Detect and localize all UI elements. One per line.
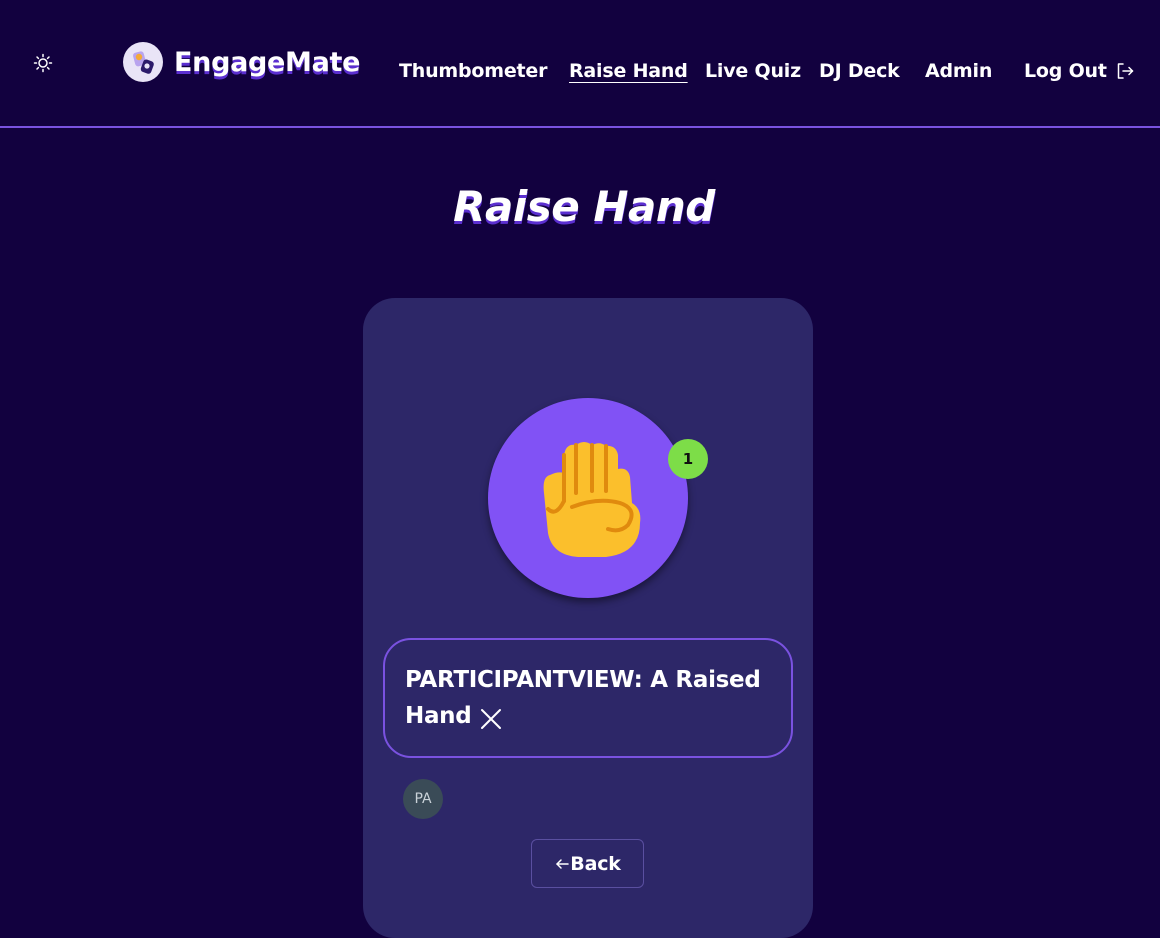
theme-toggle-button[interactable]: [30, 50, 56, 76]
close-icon[interactable]: [479, 707, 503, 731]
nav-item-dj-deck[interactable]: DJ Deck: [819, 60, 900, 82]
nav-item-live-quiz[interactable]: Live Quiz: [705, 60, 801, 82]
nav-item-thumbometer[interactable]: Thumbometer: [399, 60, 547, 82]
participant-avatar: PA: [403, 779, 443, 819]
back-label: Back: [570, 852, 621, 875]
raised-hand-status: PARTICIPANTVIEW: A Raised Hand: [383, 638, 793, 758]
logout-button[interactable]: Log Out: [1024, 60, 1135, 82]
brand-home-link[interactable]: EngageMate: [123, 42, 360, 82]
top-navigation-bar: EngageMate Thumbometer Raise Hand Live Q…: [0, 0, 1160, 128]
raise-hand-button[interactable]: [488, 398, 688, 598]
nav-item-raise-hand[interactable]: Raise Hand: [569, 60, 688, 82]
sun-icon: [33, 53, 53, 73]
raised-fist-icon: [543, 442, 641, 557]
logout-icon: [1115, 61, 1135, 81]
page-title: Raise Hand: [453, 182, 715, 231]
logout-label: Log Out: [1024, 60, 1107, 82]
arrow-left-icon: [556, 858, 570, 869]
engagemate-logo-icon: [123, 42, 163, 82]
back-button[interactable]: Back: [531, 839, 644, 888]
raised-count-badge: 1: [668, 439, 708, 479]
status-text: PARTICIPANTVIEW: A Raised Hand: [405, 667, 761, 729]
raise-hand-card: 1 PARTICIPANTVIEW: A Raised Hand PA Back: [363, 298, 813, 938]
brand-name: EngageMate: [174, 46, 361, 78]
nav-item-admin[interactable]: Admin: [925, 60, 992, 82]
